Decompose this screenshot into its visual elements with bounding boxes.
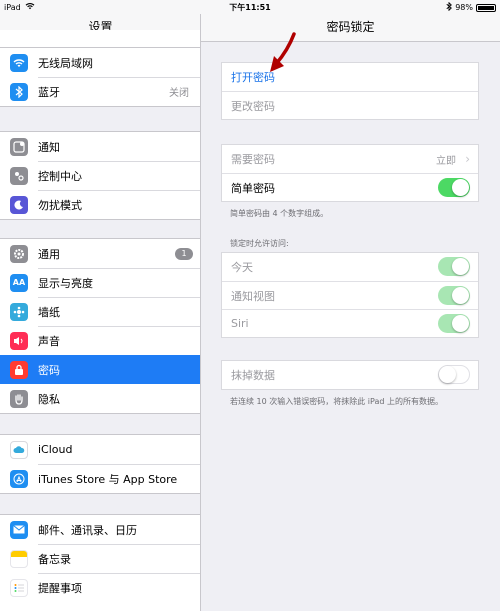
hand-icon	[10, 389, 28, 408]
simple-passcode-toggle[interactable]	[438, 178, 470, 197]
sidebar-item-app-store[interactable]: iTunes Store 与 App Store	[0, 464, 200, 493]
mail-icon	[10, 520, 28, 539]
allow-siri-label: Siri	[231, 317, 249, 330]
sidebar-item-do-not-disturb[interactable]: 勿扰模式	[0, 190, 200, 219]
moon-icon	[10, 195, 28, 214]
toggle-knob	[439, 366, 456, 383]
bluetooth-status: 关闭	[169, 88, 189, 99]
simple-passcode-label: 简单密码	[231, 181, 275, 195]
sidebar-item-label: 勿扰模式	[38, 198, 82, 212]
sidebar-item-label: 密码	[38, 363, 60, 377]
toggle-knob	[452, 258, 469, 275]
battery-icon	[476, 3, 496, 12]
require-passcode-value: 立即	[436, 155, 456, 167]
bluetooth-icon	[10, 82, 28, 101]
partial-row	[0, 30, 200, 48]
erase-data-row: 抹掉数据	[222, 361, 478, 389]
status-time: 下午11:51	[229, 3, 271, 12]
sidebar-item-privacy[interactable]: 隐私	[0, 384, 200, 413]
allow-access-header: 锁定时允许访问:	[230, 239, 289, 248]
allow-today-row: 今天	[222, 253, 478, 281]
sidebar-item-general[interactable]: 通用 1	[0, 239, 200, 268]
sidebar-item-notes[interactable]: 备忘录	[0, 544, 200, 573]
require-passcode-label: 需要密码	[231, 153, 275, 166]
sidebar-item-label: 通知	[38, 140, 60, 154]
sidebar-item-label: 备忘录	[38, 552, 71, 566]
gear-icon	[10, 244, 28, 263]
sidebar-item-label: 无线局域网	[38, 56, 93, 70]
sidebar-item-icloud[interactable]: iCloud	[0, 435, 200, 464]
sidebar-item-label: 控制中心	[38, 169, 82, 183]
update-badge: 1	[175, 247, 193, 260]
sidebar-item-label: 提醒事项	[38, 581, 82, 595]
bluetooth-status-icon	[446, 1, 453, 13]
passcode-options-group: 需要密码 立即 › 简单密码	[221, 144, 479, 202]
battery-percent: 98%	[455, 3, 473, 12]
sidebar-item-sounds[interactable]: 声音	[0, 326, 200, 355]
settings-sidebar: 设置 无线局域网 蓝牙 关闭 通知 控制中心 勿扰模式 通用 1 AA 显示与亮…	[0, 0, 201, 611]
sound-icon	[10, 331, 28, 350]
toggle-knob	[452, 315, 469, 332]
allow-notifications-row: 通知视图	[222, 281, 478, 309]
simple-passcode-row: 简单密码	[222, 173, 478, 201]
notes-icon	[10, 549, 28, 568]
sidebar-item-label: iTunes Store 与 App Store	[38, 472, 178, 486]
control-center-icon	[10, 166, 28, 185]
toggle-knob	[452, 179, 469, 196]
sidebar-item-bluetooth[interactable]: 蓝牙 关闭	[0, 77, 200, 106]
erase-data-note: 若连续 10 次输入错误密码，将抹除此 iPad 上的所有数据。	[230, 397, 444, 406]
siri-toggle[interactable]	[438, 314, 470, 333]
wallpaper-icon	[10, 302, 28, 321]
app-store-icon	[10, 469, 28, 488]
sidebar-group-connectivity: 无线局域网 蓝牙 关闭	[0, 48, 200, 107]
cloud-icon	[10, 440, 28, 459]
sidebar-item-display[interactable]: AA 显示与亮度	[0, 268, 200, 297]
notification-icon	[10, 137, 28, 156]
sidebar-item-label: iCloud	[38, 443, 73, 456]
allow-access-group: 今天 通知视图 Siri	[221, 252, 479, 338]
sidebar-item-notifications[interactable]: 通知	[0, 132, 200, 161]
status-bar: iPad 下午11:51 98%	[0, 0, 500, 14]
allow-today-label: 今天	[231, 261, 253, 274]
sidebar-group-apps: 邮件、通讯录、日历 备忘录 提醒事项	[0, 514, 200, 611]
red-arrow-annotation	[270, 32, 296, 72]
sidebar-item-label: 墙纸	[38, 305, 60, 319]
sidebar-item-control-center[interactable]: 控制中心	[0, 161, 200, 190]
sidebar-item-wallpaper[interactable]: 墙纸	[0, 297, 200, 326]
change-passcode-button[interactable]: 更改密码	[222, 91, 478, 119]
require-passcode-row[interactable]: 需要密码 立即 ›	[222, 145, 478, 173]
passcode-detail-panel: 密码锁定 打开密码 更改密码 需要密码 立即 › 简单密码 简单密码由 4 个数…	[201, 0, 500, 611]
sidebar-item-mail[interactable]: 邮件、通讯录、日历	[0, 515, 200, 544]
display-icon: AA	[10, 273, 28, 292]
lock-icon	[10, 360, 28, 379]
sidebar-group-general: 通用 1 AA 显示与亮度 墙纸 声音 密码 隐私	[0, 238, 200, 414]
erase-data-toggle[interactable]	[438, 365, 470, 384]
sidebar-item-label: 通用	[38, 247, 60, 261]
sidebar-item-wifi[interactable]: 无线局域网	[0, 48, 200, 77]
toggle-knob	[452, 287, 469, 304]
wifi-icon	[10, 53, 28, 72]
battery-fill	[478, 5, 494, 10]
erase-data-label: 抹掉数据	[231, 369, 275, 382]
sidebar-item-label: 声音	[38, 334, 60, 348]
reminders-icon	[10, 578, 28, 597]
sidebar-item-label: 邮件、通讯录、日历	[38, 523, 137, 537]
sidebar-item-label: 显示与亮度	[38, 276, 93, 290]
simple-passcode-note: 简单密码由 4 个数字组成。	[230, 209, 329, 218]
sidebar-item-label: 蓝牙	[38, 85, 60, 99]
sidebar-item-passcode[interactable]: 密码	[0, 355, 200, 384]
erase-data-group: 抹掉数据	[221, 360, 479, 390]
sidebar-item-label: 隐私	[38, 392, 60, 406]
page-title: 密码锁定	[201, 14, 500, 42]
sidebar-item-reminders[interactable]: 提醒事项	[0, 573, 200, 602]
allow-siri-row: Siri	[222, 309, 478, 337]
chevron-right-icon: ›	[465, 152, 470, 166]
sidebar-group-accounts: iCloud iTunes Store 与 App Store	[0, 434, 200, 494]
today-toggle[interactable]	[438, 257, 470, 276]
sidebar-group-notifications: 通知 控制中心 勿扰模式	[0, 131, 200, 220]
notifications-view-toggle[interactable]	[438, 286, 470, 305]
allow-notifications-label: 通知视图	[231, 289, 275, 303]
